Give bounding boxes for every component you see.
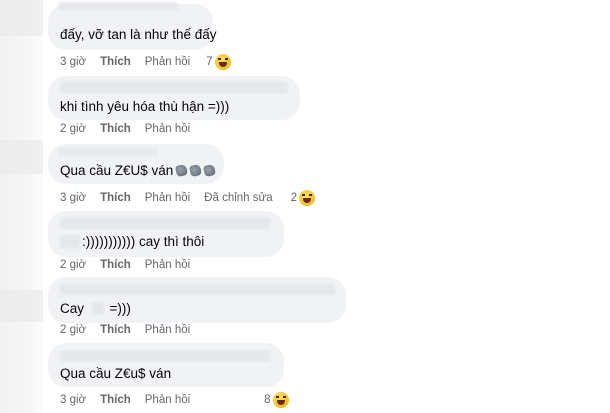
comment-bubble: đấy, vỡ tan là như thế đấy [48,2,217,50]
reply-button[interactable]: Phản hồi [145,192,190,204]
comment-text-content: :))))))))))) cay thì thôi [82,234,205,249]
comment-bubble: Qua cầu Z€U$ ván [48,144,224,184]
reply-button[interactable]: Phản hồi [145,123,190,135]
comment-time[interactable]: 3 giờ [60,56,86,68]
haha-icon [272,392,289,408]
fist-icon [175,163,189,178]
like-button[interactable]: Thích [100,123,131,135]
like-button[interactable]: Thích [100,324,131,336]
like-button[interactable]: Thích [100,394,131,406]
comment-time[interactable]: 2 giờ [60,259,86,271]
redacted-mention [91,302,104,315]
comment-text-content: Cay [60,301,85,316]
commenter-name[interactable] [58,2,178,10]
comment-actions: 2 giờ Thích Phản hồi [60,259,204,271]
comment-time[interactable]: 3 giờ [60,394,86,406]
like-button[interactable]: Thích [100,259,131,271]
reaction-summary[interactable]: 2 [291,190,329,206]
like-button[interactable]: Thích [100,56,131,68]
reply-button[interactable]: Phản hồi [145,394,190,406]
reaction-summary[interactable]: 8 [264,392,302,408]
comment-actions: 2 giờ Thích Phản hồi [60,123,204,135]
avatar[interactable] [0,140,43,174]
comment-bubble: :))))))))))) cay thì thôi [48,211,284,257]
avatar[interactable] [0,0,43,36]
comment-actions: 3 giờ Thích Phản hồi Đã chỉnh sửa 2 [60,190,343,206]
comment-actions: 2 giờ Thích Phản hồi [60,324,204,336]
commenter-name[interactable] [60,351,270,361]
fist-icon [203,163,217,178]
comment-bubble: Qua cầu Z€u$ ván [48,343,284,387]
fist-icon [189,163,203,178]
edited-label[interactable]: Đã chỉnh sửa [204,192,272,204]
reply-button[interactable]: Phản hồi [145,324,190,336]
commenter-name[interactable] [60,82,288,93]
comment-actions: 3 giờ Thích Phản hồi 7 [60,54,259,70]
commenter-name[interactable] [60,284,335,295]
comment-text: khi tình yêu hóa thù hận =))) [60,99,230,114]
comment-text-content: Qua cầu Z€U$ ván [60,163,174,178]
comment-time[interactable]: 3 giờ [60,192,86,204]
comment-text: :))))))))))) cay thì thôi [60,233,204,251]
comment-actions: 3 giờ Thích Phản hồi 8 [60,392,317,408]
comment-text: đấy, vỡ tan là như thế đấy [60,27,217,42]
comment-text: Qua cầu Z€u$ ván [60,366,172,381]
reaction-count: 2 [290,192,298,204]
haha-icon [299,190,316,206]
comment-time[interactable]: 2 giờ [60,123,86,135]
comment-text: Qua cầu Z€U$ ván [60,162,217,180]
avatar-column [0,0,43,413]
comment-text: Cay =))) [60,300,131,318]
like-button[interactable]: Thích [100,192,131,204]
reaction-summary[interactable]: 7 [206,54,244,70]
commenter-name[interactable] [60,218,270,229]
comment-bubble: Cay =))) [48,277,346,323]
reply-button[interactable]: Phản hồi [145,56,190,68]
comment-time[interactable]: 2 giờ [60,324,86,336]
reply-button[interactable]: Phản hồi [145,259,190,271]
avatar[interactable] [0,290,43,322]
haha-icon [214,54,231,70]
redacted-mention [60,235,80,248]
reaction-count: 8 [264,394,271,406]
comment-text-content: =))) [109,301,131,316]
comment-bubble: khi tình yêu hóa thù hận =))) [48,76,300,120]
commenter-name[interactable] [58,148,158,156]
reaction-count: 7 [206,56,213,68]
